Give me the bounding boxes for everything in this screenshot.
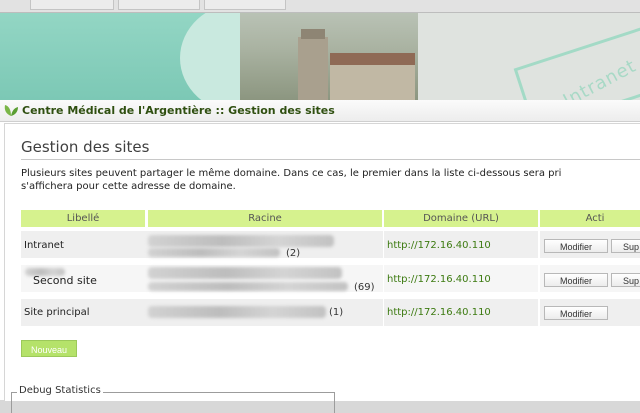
description-line: Plusieurs sites peuvent partager le même… xyxy=(21,168,562,179)
site-label: Second site xyxy=(33,274,97,287)
redacted-root-path xyxy=(148,306,326,318)
content-panel: Gestion des sites Plusieurs sites peuven… xyxy=(4,123,640,413)
domain-url[interactable]: http://172.16.40.110 xyxy=(387,240,491,251)
header-banner: Intranet xyxy=(0,13,640,100)
column-header-actions: Acti xyxy=(540,210,640,227)
new-site-button[interactable]: Nouveau xyxy=(21,340,77,357)
delete-button[interactable]: Sup xyxy=(611,273,640,287)
window-titlebar[interactable]: Centre Médical de l'Argentière :: Gestio… xyxy=(0,100,640,122)
toolbar-button[interactable] xyxy=(118,0,200,10)
toolbar-button[interactable] xyxy=(30,0,114,10)
column-header-root: Racine xyxy=(148,210,382,227)
banner-tower xyxy=(298,29,328,100)
domain-url[interactable]: http://172.16.40.110 xyxy=(387,307,491,318)
column-header-domain: Domaine (URL) xyxy=(384,210,538,227)
toolbar-button[interactable] xyxy=(204,0,286,10)
page-count: (2) xyxy=(286,248,301,259)
banner-building xyxy=(330,53,415,100)
debug-legend: Debug Statistics xyxy=(17,385,103,396)
redacted-root-path xyxy=(148,248,280,257)
modify-button[interactable]: Modifier xyxy=(544,273,608,287)
column-header-label: Libellé xyxy=(21,210,145,227)
window-title: Centre Médical de l'Argentière :: Gestio… xyxy=(22,104,335,117)
leaf-icon xyxy=(4,105,18,116)
redacted-root-path xyxy=(148,267,342,279)
description-line: s'affichera pour cette adresse de domain… xyxy=(21,181,236,192)
delete-button[interactable]: Sup xyxy=(611,239,640,253)
redacted-root-path xyxy=(148,235,334,247)
page-count: (1) xyxy=(329,307,344,318)
page-count: (69) xyxy=(354,282,375,293)
domain-url[interactable]: http://172.16.40.110 xyxy=(387,274,491,285)
page-title: Gestion des sites xyxy=(21,138,150,156)
title-divider xyxy=(21,159,640,160)
modify-button[interactable]: Modifier xyxy=(544,239,608,253)
sites-window: Centre Médical de l'Argentière :: Gestio… xyxy=(0,100,640,413)
site-label: Site principal xyxy=(24,307,90,318)
page-description: Plusieurs sites peuvent partager le même… xyxy=(21,167,640,193)
modify-button[interactable]: Modifier xyxy=(544,306,608,320)
browser-toolbar-strip xyxy=(0,0,640,13)
redacted-root-path xyxy=(148,282,348,291)
site-label: Intranet xyxy=(24,240,64,251)
